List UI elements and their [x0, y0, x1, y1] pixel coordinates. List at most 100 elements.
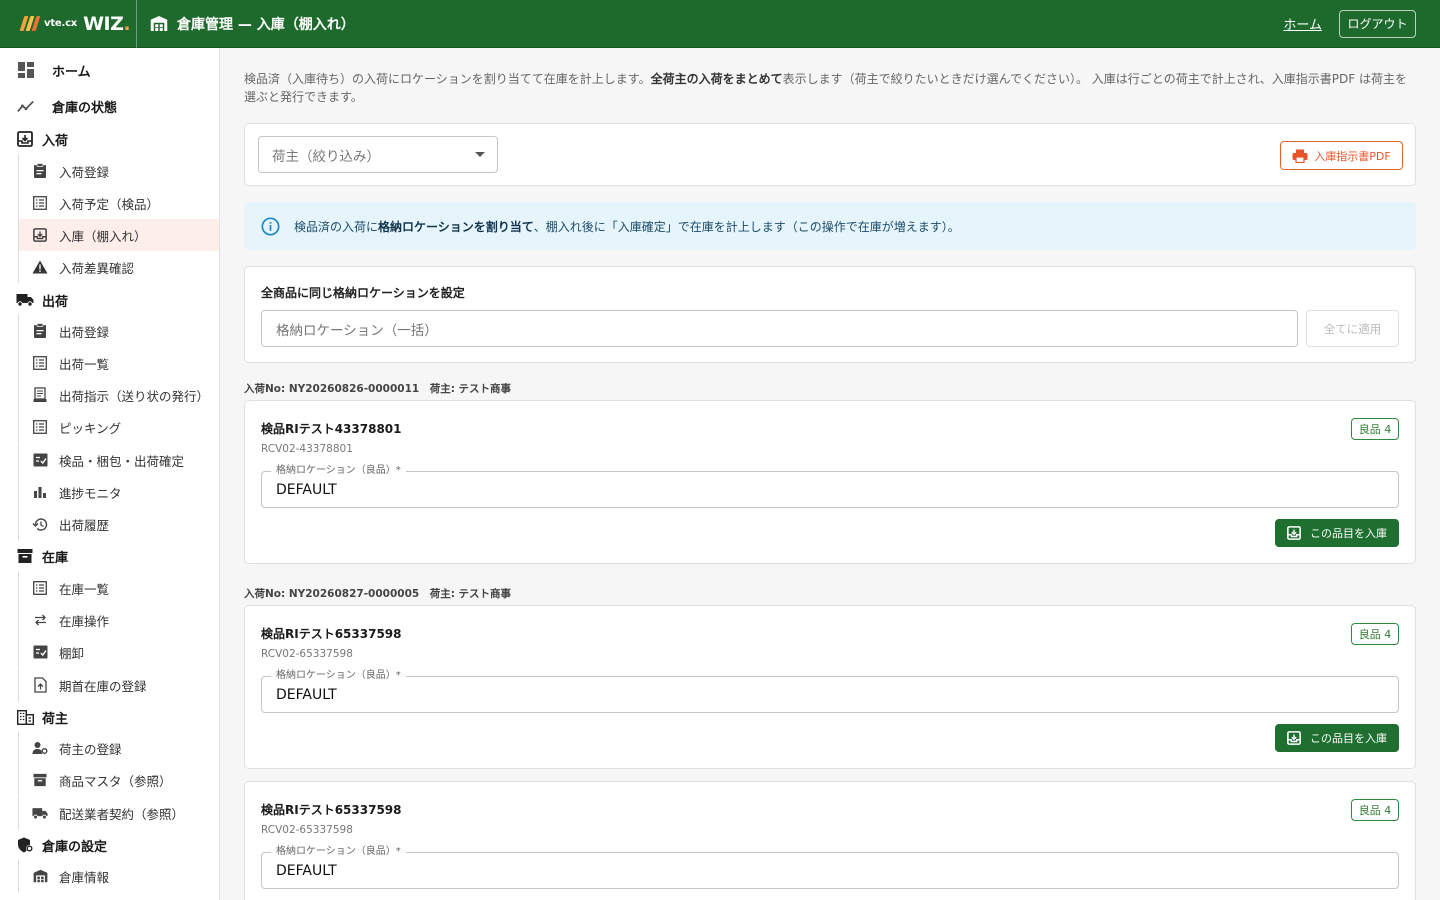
quantity-badge: 良品 4 — [1351, 623, 1399, 645]
putaway-item-card: 検品RIテスト43378801 RCV02-43378801 良品 4 格納ロケ… — [244, 400, 1416, 564]
sidebar: ホーム 倉庫の状態 入荷 入荷登録 入荷予定（検品） 入庫（棚入れ） 入荷差異確… — [0, 48, 220, 900]
putaway-item-button[interactable]: この品目を入庫 — [1275, 519, 1399, 547]
sidebar-item-shipper-register[interactable]: 荷主の登録 — [18, 732, 219, 764]
logo-small-text: vte.cx — [44, 18, 78, 29]
sidebar-item-putaway[interactable]: 入庫（棚入れ） — [18, 219, 219, 251]
sidebar-item-carrier-contract[interactable]: 配送業者契約（参照） — [18, 797, 219, 829]
sidebar-item-opening-stock[interactable]: 期首在庫の登録 — [18, 669, 219, 701]
warehouse-icon — [150, 16, 168, 31]
inbox-icon — [16, 130, 34, 148]
sidebar-item-label: 入荷予定（検品） — [59, 196, 160, 212]
sidebar-item-inbound-diff[interactable]: 入荷差異確認 — [18, 251, 219, 283]
sidebar-item-progress[interactable]: 進捗モニタ — [18, 476, 219, 508]
sidebar-section-shipper[interactable]: 荷主 — [0, 702, 219, 732]
quantity-badge: 良品 4 — [1351, 418, 1399, 440]
sidebar-item-packing[interactable]: 検品・梱包・出荷確定 — [18, 444, 219, 476]
putaway-item-button[interactable]: この品目を入庫 — [1275, 724, 1399, 752]
home-link[interactable]: ホーム — [1283, 14, 1322, 33]
sidebar-item-stocktake[interactable]: 棚卸 — [18, 636, 219, 668]
sidebar-item-label: 入荷登録 — [59, 164, 110, 180]
sidebar-section-label: 入荷 — [42, 133, 69, 149]
bar-chart-icon — [32, 484, 48, 500]
sidebar-section-label: 在庫 — [42, 550, 69, 566]
logout-button[interactable]: ログアウト — [1339, 9, 1416, 38]
inbox-icon — [32, 227, 48, 243]
building-icon — [16, 708, 34, 726]
location-input[interactable]: 格納ロケーション（良品）* DEFAULT — [261, 464, 1399, 508]
swap-icon — [32, 612, 48, 628]
inbox-icon — [1287, 731, 1301, 745]
clipboard-icon — [32, 163, 48, 179]
page-description: 検品済（入庫待ち）の入荷にロケーションを割り当てて在庫を計上します。全荷主の入荷… — [244, 72, 1408, 104]
archive-icon — [32, 772, 48, 788]
sidebar-item-home[interactable]: ホーム — [0, 53, 219, 87]
clipboard-icon — [32, 323, 48, 339]
sidebar-item-label: 在庫一覧 — [59, 581, 110, 597]
user-settings-icon — [32, 740, 48, 756]
sidebar-section-inbound[interactable]: 入荷 — [0, 124, 219, 154]
sidebar-item-label: 入庫（棚入れ） — [59, 228, 147, 244]
info-icon — [261, 217, 280, 236]
location-input-label: 格納ロケーション（良品）* — [271, 669, 406, 682]
item-name: 検品RIテスト65337598 — [261, 627, 402, 641]
info-alert: 検品済の入荷に格納ロケーションを割り当て、棚入れ後に「入庫確定」で在庫を計上しま… — [244, 202, 1416, 250]
sidebar-item-history[interactable]: 出荷履歴 — [18, 508, 219, 540]
item-name: 検品RIテスト65337598 — [261, 803, 402, 817]
quantity-badge: 良品 4 — [1351, 799, 1399, 821]
sidebar-item-outbound-instruction[interactable]: 出荷指示（送り状の発行） — [18, 379, 219, 411]
sidebar-item-status[interactable]: 倉庫の状態 — [0, 89, 219, 123]
bulk-location-input[interactable]: 格納ロケーション（一括） — [261, 310, 1298, 347]
item-name: 検品RIテスト43378801 — [261, 422, 402, 436]
sidebar-item-stock-list[interactable]: 在庫一覧 — [18, 572, 219, 604]
sidebar-item-inbound-register[interactable]: 入荷登録 — [18, 155, 219, 187]
sidebar-item-outbound-list[interactable]: 出荷一覧 — [18, 347, 219, 379]
sidebar-section-label: 荷主 — [42, 711, 69, 727]
list-icon — [32, 195, 48, 211]
shipper-filter-select[interactable]: 荷主（絞り込み） — [258, 136, 498, 173]
putaway-item-card: 検品RIテスト65337598 RCV02-65337598 良品 4 格納ロケ… — [244, 781, 1416, 900]
apply-all-button[interactable]: 全てに適用 — [1306, 310, 1399, 347]
logo-big-text: WIZ. — [83, 12, 131, 35]
sidebar-item-label: 出荷登録 — [59, 324, 110, 340]
location-input-value: DEFAULT — [276, 481, 337, 498]
truck-icon — [32, 805, 48, 821]
inbox-icon — [1287, 526, 1301, 540]
sidebar-item-label: 配送業者契約（参照） — [59, 806, 185, 822]
app-logo[interactable]: vte.cx WIZ. — [0, 0, 137, 48]
putaway-item-label: この品目を入庫 — [1310, 732, 1387, 745]
warning-icon — [32, 259, 48, 275]
sidebar-section-label: 倉庫の設定 — [42, 839, 108, 855]
sidebar-item-product-master[interactable]: 商品マスタ（参照） — [18, 764, 219, 796]
sidebar-section-outbound[interactable]: 出荷 — [0, 285, 219, 315]
bulk-location-card: 全商品に同じ格納ロケーションを設定 格納ロケーション（一括） 全てに適用 — [244, 266, 1416, 363]
location-input-label: 格納ロケーション（良品）* — [271, 845, 406, 858]
file-upload-icon — [32, 677, 48, 693]
warehouse-icon — [32, 868, 48, 884]
sidebar-item-picking[interactable]: ピッキング — [18, 411, 219, 443]
location-input[interactable]: 格納ロケーション（良品）* DEFAULT — [261, 669, 1399, 713]
putaway-pdf-button[interactable]: 入庫指示書PDF — [1280, 141, 1403, 170]
dashboard-icon — [17, 61, 35, 79]
page-title: 倉庫管理 — 入庫（棚入れ） — [150, 14, 355, 34]
caret-down-icon — [475, 152, 485, 157]
bulk-location-title: 全商品に同じ格納ロケーションを設定 — [261, 286, 465, 300]
arrival-group-label: 入荷No: NY20260826-0000011 荷主: テスト商事 — [244, 383, 512, 395]
location-input[interactable]: 格納ロケーション（良品）* DEFAULT — [261, 845, 1399, 889]
list-icon — [32, 419, 48, 435]
sidebar-item-stock-operation[interactable]: 在庫操作 — [18, 604, 219, 636]
sidebar-section-stock[interactable]: 在庫 — [0, 541, 219, 571]
sidebar-item-inbound-plan[interactable]: 入荷予定（検品） — [18, 187, 219, 219]
sidebar-item-label: 棚卸 — [59, 645, 85, 661]
location-input-value: DEFAULT — [276, 862, 337, 879]
list-icon — [32, 355, 48, 371]
item-code: RCV02-65337598 — [261, 648, 353, 660]
sidebar-item-label: 出荷一覧 — [59, 356, 110, 372]
sidebar-section-label: 出荷 — [42, 294, 69, 310]
page-title-text: 倉庫管理 — 入庫（棚入れ） — [177, 16, 355, 33]
sidebar-item-outbound-register[interactable]: 出荷登録 — [18, 315, 219, 347]
putaway-item-label: この品目を入庫 — [1310, 527, 1387, 540]
sidebar-item-warehouse-info[interactable]: 倉庫情報 — [18, 860, 219, 892]
sidebar-item-label: 入荷差異確認 — [59, 260, 135, 276]
sidebar-item-label: 出荷指示（送り状の発行） — [59, 388, 210, 404]
sidebar-section-settings[interactable]: 倉庫の設定 — [0, 830, 219, 860]
